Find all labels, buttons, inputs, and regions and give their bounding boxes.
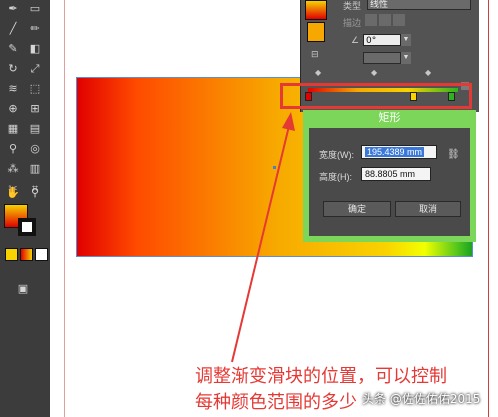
watermark: 头条 @佐佐佑佑2015 (362, 392, 481, 406)
annotation-arrow (231, 112, 295, 363)
annotation-line-1: 调整渐变滑块的位置，可以控制 (195, 366, 447, 387)
